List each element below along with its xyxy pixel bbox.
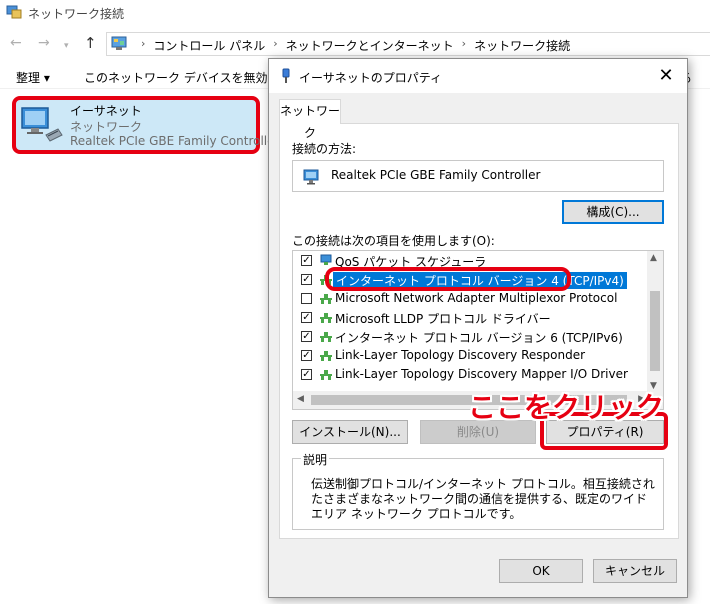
- back-arrow-icon[interactable]: ←: [10, 35, 22, 51]
- checkbox-lldp[interactable]: ✓: [301, 312, 312, 323]
- item-label: インターネット プロトコル バージョン 4 (TCP/IPv4): [333, 272, 627, 289]
- recent-locations-chevron-icon[interactable]: ▾: [64, 38, 69, 54]
- list-item-multiplexor[interactable]: Microsoft Network Adapter Multiplexor Pr…: [293, 289, 649, 308]
- scroll-left-icon[interactable]: ◀: [297, 394, 304, 404]
- item-label: インターネット プロトコル バージョン 6 (TCP/IPv6): [335, 331, 623, 345]
- list-item-lltd-mapper[interactable]: ✓ Link-Layer Topology Discovery Mapper I…: [293, 365, 649, 384]
- ethernet-properties-dialog: イーサネットのプロパティ ✕ ネットワーク 接続の方法: Realtek PCI…: [268, 58, 688, 598]
- connect-using-label: 接続の方法:: [292, 142, 357, 156]
- device-display: Realtek PCIe GBE Family Controller: [292, 160, 664, 192]
- ok-button[interactable]: OK: [499, 559, 583, 583]
- network-tab-panel: 接続の方法: Realtek PCIe GBE Family Controlle…: [279, 123, 679, 539]
- checkbox-lltd-mapper[interactable]: ✓: [301, 369, 312, 380]
- tab-network[interactable]: ネットワーク: [279, 99, 341, 140]
- item-label: Microsoft LLDP プロトコル ドライバー: [335, 312, 551, 326]
- close-icon[interactable]: ✕: [653, 64, 679, 88]
- items-label: この接続は次の項目を使用します(O):: [292, 234, 495, 248]
- description-legend: 説明: [301, 451, 330, 468]
- network-folder-icon: [6, 5, 22, 19]
- window-title: ネットワーク接続: [28, 7, 125, 21]
- item-label: Link-Layer Topology Discovery Responder: [335, 348, 586, 362]
- configure-button[interactable]: 構成(C)...: [562, 200, 664, 224]
- vertical-scrollbar[interactable]: ▲ ▼: [647, 251, 663, 393]
- protocol-icon: [320, 254, 332, 265]
- chevron-right-icon[interactable]: ›: [462, 37, 466, 54]
- protocol-icon: [320, 275, 332, 285]
- list-item-qos[interactable]: ✓ QoS パケット スケジューラ: [293, 251, 649, 270]
- adapter-device: Realtek PCIe GBE Family Controller: [70, 134, 280, 148]
- description-text: 伝送制御プロトコル/インターネット プロトコル。相互接続されたさまざまなネットワ…: [311, 477, 655, 521]
- protocol-icon: [320, 332, 332, 342]
- vertical-scroll-thumb[interactable]: [650, 291, 660, 371]
- list-item-ipv4[interactable]: ✓ インターネット プロトコル バージョン 4 (TCP/IPv4): [293, 267, 649, 291]
- protocol-icon: [320, 370, 332, 380]
- description-group: 説明 伝送制御プロトコル/インターネット プロトコル。相互接続されたさまざまなネ…: [292, 451, 664, 530]
- breadcrumb-network-internet[interactable]: ネットワークとインターネット: [286, 37, 454, 54]
- control-panel-icon: [111, 36, 127, 50]
- chevron-right-icon[interactable]: ›: [141, 37, 145, 54]
- up-arrow-icon[interactable]: ↑: [84, 35, 97, 51]
- protocol-icon: [320, 351, 332, 361]
- dialog-title: イーサネットのプロパティ: [299, 71, 443, 85]
- adapter-ethernet[interactable]: イーサネット ネットワーク Realtek PCIe GBE Family Co…: [12, 96, 279, 154]
- breadcrumb-network-connections[interactable]: ネットワーク接続: [474, 37, 570, 54]
- organize-menu-button[interactable]: 整理 ▾: [16, 69, 50, 86]
- item-label: Microsoft Network Adapter Multiplexor Pr…: [335, 291, 618, 305]
- checkbox-ipv6[interactable]: ✓: [301, 331, 312, 342]
- address-bar: ← → ▾ ↑ › コントロール パネル › ネットワークとインターネット › …: [0, 30, 710, 58]
- dialog-titlebar: イーサネットのプロパティ ✕: [269, 59, 687, 93]
- window-titlebar: ネットワーク接続: [0, 0, 710, 26]
- checkbox-multiplexor[interactable]: [301, 293, 312, 304]
- protocol-icon: [320, 294, 332, 304]
- breadcrumb-control-panel[interactable]: コントロール パネル: [153, 37, 265, 54]
- checkbox-ipv4[interactable]: ✓: [301, 274, 312, 285]
- breadcrumb: › コントロール パネル › ネットワークとインターネット › ネットワーク接続: [133, 37, 570, 54]
- item-label: QoS パケット スケジューラ: [335, 255, 487, 269]
- list-item-ipv6[interactable]: ✓ インターネット プロトコル バージョン 6 (TCP/IPv6): [293, 327, 649, 346]
- cancel-button[interactable]: キャンセル: [593, 559, 677, 583]
- click-here-callout: ここをクリック: [468, 391, 665, 424]
- checkbox-lltd-responder[interactable]: ✓: [301, 350, 312, 361]
- item-label: Link-Layer Topology Discovery Mapper I/O…: [335, 367, 628, 381]
- checkbox-qos[interactable]: ✓: [301, 255, 312, 266]
- adapter-name: イーサネット: [70, 104, 142, 118]
- adapter-status: ネットワーク: [70, 120, 143, 134]
- install-button[interactable]: インストール(N)...: [292, 420, 408, 444]
- nic-icon: [303, 169, 319, 185]
- list-item-lltd-responder[interactable]: ✓ Link-Layer Topology Discovery Responde…: [293, 346, 649, 365]
- device-name: Realtek PCIe GBE Family Controller: [331, 168, 541, 182]
- protocol-icon: [320, 313, 332, 323]
- ethernet-adapter-icon: [21, 107, 63, 142]
- forward-arrow-icon[interactable]: →: [38, 35, 50, 51]
- scroll-up-icon[interactable]: ▲: [650, 253, 657, 263]
- address-field[interactable]: › コントロール パネル › ネットワークとインターネット › ネットワーク接続: [106, 32, 710, 56]
- plug-icon: [282, 68, 290, 83]
- chevron-right-icon[interactable]: ›: [273, 37, 277, 54]
- list-item-lldp[interactable]: ✓ Microsoft LLDP プロトコル ドライバー: [293, 308, 649, 327]
